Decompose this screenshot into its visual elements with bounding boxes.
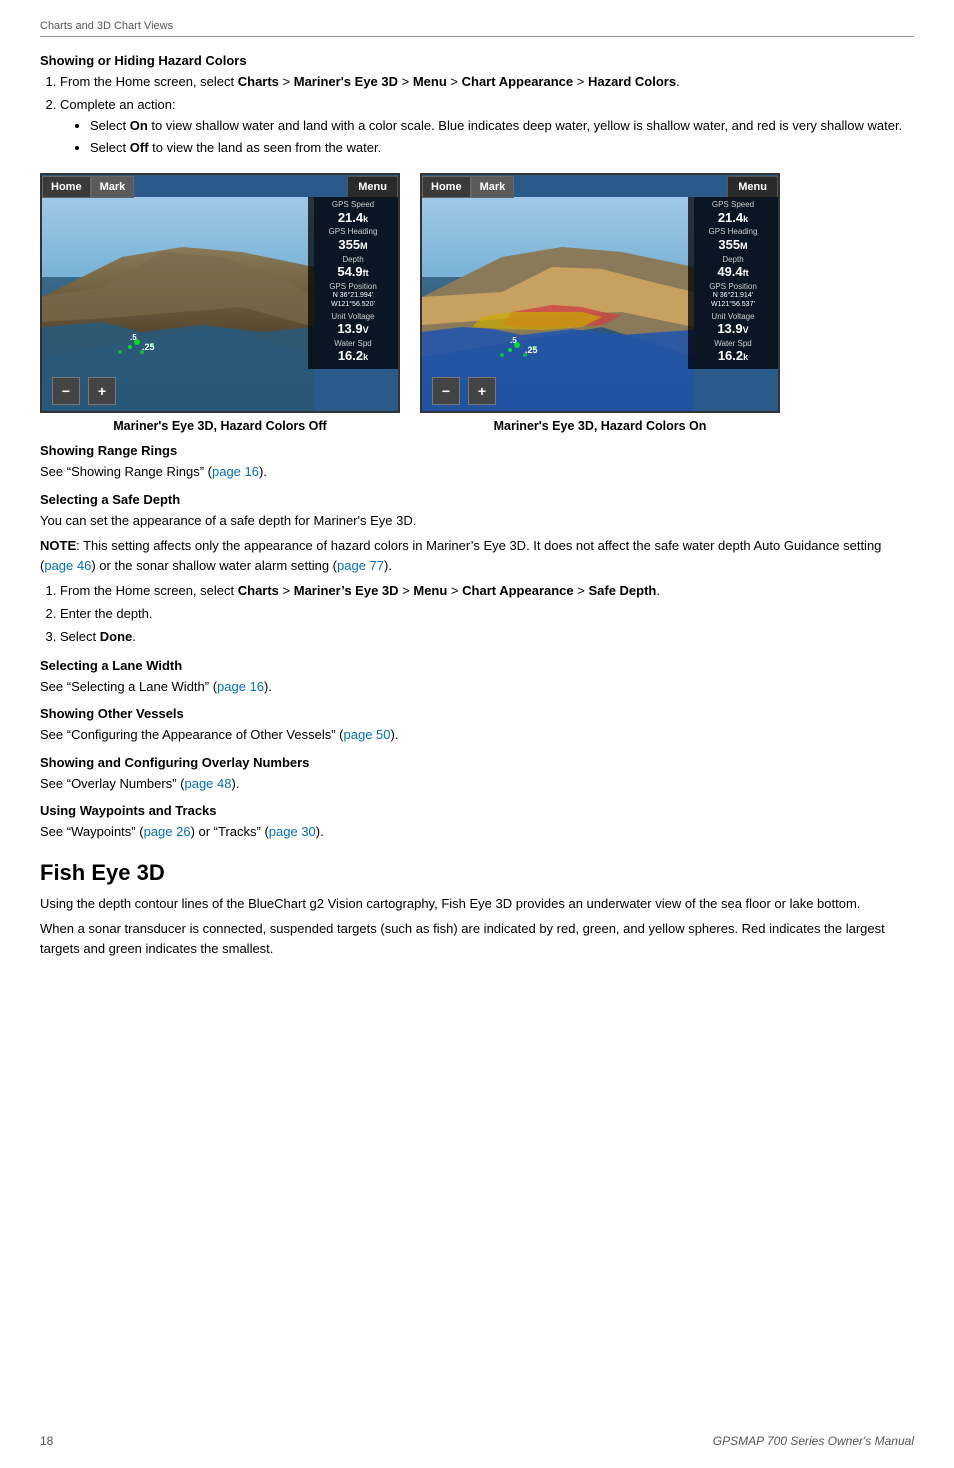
chart-left-block: Home Mark Menu (40, 173, 400, 433)
svg-text:.5: .5 (510, 336, 517, 345)
page-number: 18 (40, 1434, 53, 1448)
minus-button-right[interactable]: − (432, 377, 460, 405)
page-header: Charts and 3D Chart Views (40, 20, 914, 37)
other-vessels-section: Showing Other Vessels See “Configuring t… (40, 706, 914, 745)
plus-button-left[interactable]: + (88, 377, 116, 405)
safe-depth-step1: From the Home screen, select Charts > Ma… (60, 581, 914, 602)
safe-depth-link1[interactable]: page 46 (44, 558, 91, 573)
waypoints-tracks-text: See “Waypoints” (page 26) or “Tracks” (p… (40, 822, 914, 842)
home-button-right[interactable]: Home (422, 176, 471, 198)
safe-depth-step3: Select Done. (60, 627, 914, 648)
range-rings-title: Showing Range Rings (40, 443, 914, 458)
other-vessels-text: See “Configuring the Appearance of Other… (40, 725, 914, 745)
plus-button-right[interactable]: + (468, 377, 496, 405)
overlay-numbers-link[interactable]: page 48 (184, 776, 231, 791)
safe-depth-note: NOTE: This setting affects only the appe… (40, 536, 914, 575)
other-vessels-title: Showing Other Vessels (40, 706, 914, 721)
safe-depth-link2[interactable]: page 77 (337, 558, 384, 573)
svg-text:.5: .5 (130, 333, 137, 342)
mark-button-right[interactable]: Mark (471, 176, 515, 198)
overlay-numbers-title: Showing and Configuring Overlay Numbers (40, 755, 914, 770)
waypoints-link[interactable]: page 26 (144, 824, 191, 839)
hazard-colors-title: Showing or Hiding Hazard Colors (40, 53, 914, 68)
fish-eye-section: Fish Eye 3D Using the depth contour line… (40, 860, 914, 959)
lane-width-title: Selecting a Lane Width (40, 658, 914, 673)
waypoints-tracks-section: Using Waypoints and Tracks See “Waypoint… (40, 803, 914, 842)
chart-right-topbar: Home Mark Menu (422, 175, 778, 199)
menu-button-left[interactable]: Menu (347, 176, 398, 198)
chart-right-screen: Home Mark Menu (420, 173, 780, 413)
waypoints-tracks-title: Using Waypoints and Tracks (40, 803, 914, 818)
fish-eye-title: Fish Eye 3D (40, 860, 914, 886)
page-footer: 18 GPSMAP 700 Series Owner's Manual (0, 1434, 954, 1448)
step-1: From the Home screen, select Charts > Ma… (60, 72, 914, 93)
chart-left-sidebar: GPS Speed 21.4k GPS Heading 355M Depth 5… (308, 197, 398, 369)
minus-button-left[interactable]: − (52, 377, 80, 405)
home-button-left[interactable]: Home (42, 176, 91, 198)
svg-text:.25: .25 (525, 345, 538, 355)
hazard-colors-section: Showing or Hiding Hazard Colors From the… (40, 53, 914, 433)
manual-title: GPSMAP 700 Series Owner's Manual (713, 1434, 914, 1448)
chart-right-block: Home Mark Menu (420, 173, 780, 433)
lane-width-text: See “Selecting a Lane Width” (page 16). (40, 677, 914, 697)
svg-text:.25: .25 (142, 342, 155, 352)
chart-left-screen: Home Mark Menu (40, 173, 400, 413)
chart-left-topbar: Home Mark Menu (42, 175, 398, 199)
safe-depth-section: Selecting a Safe Depth You can set the a… (40, 492, 914, 648)
mark-button-left[interactable]: Mark (91, 176, 135, 198)
other-vessels-link[interactable]: page 50 (344, 727, 391, 742)
bullet-on: Select On to view shallow water and land… (90, 116, 914, 137)
fish-eye-body2: When a sonar transducer is connected, su… (40, 919, 914, 958)
range-rings-text: See “Showing Range Rings” (page 16). (40, 462, 914, 482)
chart-images-row: Home Mark Menu (40, 173, 914, 433)
step-2: Complete an action: Select On to view sh… (60, 95, 914, 159)
overlay-numbers-text: See “Overlay Numbers” (page 48). (40, 774, 914, 794)
chart-right-sidebar: GPS Speed 21.4k GPS Heading 355M Depth 4… (688, 197, 778, 369)
lane-width-section: Selecting a Lane Width See “Selecting a … (40, 658, 914, 697)
range-rings-link[interactable]: page 16 (212, 464, 259, 479)
caption-right: Mariner's Eye 3D, Hazard Colors On (494, 419, 707, 433)
bullet-off: Select Off to view the land as seen from… (90, 138, 914, 159)
caption-left: Mariner's Eye 3D, Hazard Colors Off (113, 419, 326, 433)
chart-left-controls: − + (52, 377, 116, 405)
menu-button-right[interactable]: Menu (727, 176, 778, 198)
safe-depth-step2: Enter the depth. (60, 604, 914, 625)
overlay-numbers-section: Showing and Configuring Overlay Numbers … (40, 755, 914, 794)
lane-width-link[interactable]: page 16 (217, 679, 264, 694)
chart-right-controls: − + (432, 377, 496, 405)
tracks-link[interactable]: page 30 (269, 824, 316, 839)
fish-eye-body1: Using the depth contour lines of the Blu… (40, 894, 914, 914)
safe-depth-body1: You can set the appearance of a safe dep… (40, 511, 914, 531)
safe-depth-title: Selecting a Safe Depth (40, 492, 914, 507)
range-rings-section: Showing Range Rings See “Showing Range R… (40, 443, 914, 482)
